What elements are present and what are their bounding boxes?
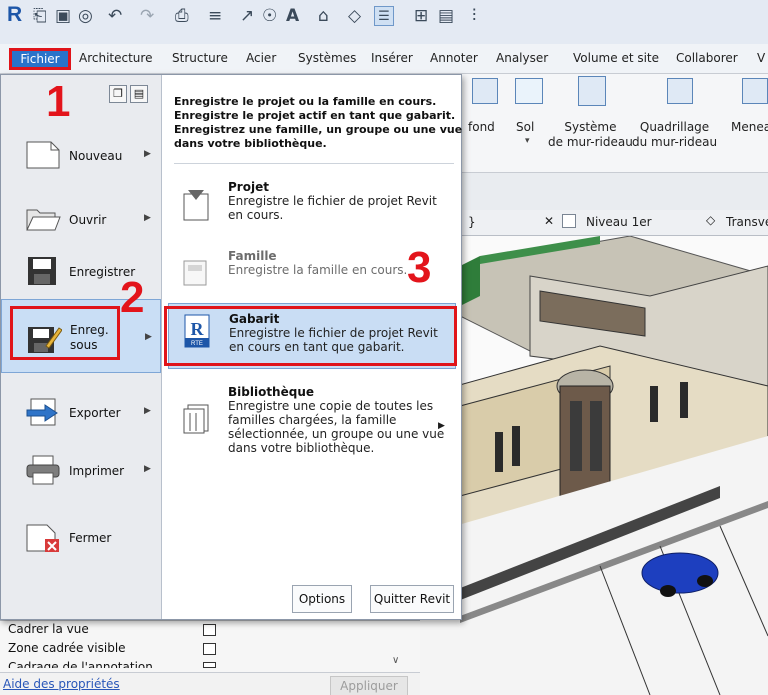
new-document-icon — [26, 141, 60, 169]
floor-icon[interactable] — [515, 78, 543, 104]
cadrage-annotation-checkbox[interactable] — [203, 662, 216, 668]
ribbon-label-fond[interactable]: fond — [468, 120, 495, 135]
family-icon — [183, 260, 207, 286]
chevron-right-icon: ▶ — [144, 213, 151, 223]
annotation-1: 1 — [46, 77, 71, 126]
chevron-right-icon: ▶ — [438, 421, 445, 431]
view-tabs: } ✕ Niveau 1er ◇ Transve — [420, 210, 768, 236]
open-documents-icon[interactable]: ▤ — [130, 85, 148, 103]
menu-exporter[interactable]: Exporter ▶ — [1, 379, 161, 443]
zone-cadree-checkbox[interactable] — [203, 643, 216, 655]
section-icon[interactable]: ◇ — [348, 6, 361, 26]
tab-architecture[interactable]: Architecture — [79, 51, 152, 65]
floor-plan-icon — [562, 214, 576, 228]
open-icon[interactable]: ⎗ — [33, 6, 47, 26]
save-as-bibliotheque[interactable]: Bibliothèque Enregistre une copie de tou… — [168, 385, 456, 475]
view-tab-brace: } — [468, 215, 476, 229]
menu-nouveau[interactable]: Nouveau ▶ — [1, 122, 161, 186]
annotation-2: 2 — [120, 273, 145, 322]
floor-icon[interactable] — [472, 78, 498, 104]
thin-lines-icon[interactable]: ☰ — [374, 6, 394, 26]
properties-panel: Cadrer la vue Zone cadrée visible Cadrag… — [0, 620, 420, 695]
switch-windows-icon[interactable]: ▤ — [438, 6, 454, 26]
ribbon-panel: fond Sol ▾ Système de mur-rideau Quadril… — [420, 74, 768, 172]
quit-revit-button[interactable]: Quitter Revit — [370, 585, 454, 613]
building-model — [420, 236, 768, 695]
export-icon — [26, 398, 58, 426]
tab-annoter[interactable]: Annoter — [430, 51, 478, 65]
quick-access-toolbar: R ⎗ ▣ ◎ ↶ ↷ ⎙ ≡ ↗ ☉ A ⌂ ◇ ☰ ⊞ ▤ ⫶ — [0, 0, 768, 44]
menu-fermer[interactable]: Fermer — [1, 505, 161, 569]
customize-icon[interactable]: ⫶ — [472, 6, 476, 26]
dimension-icon[interactable]: ↗ — [240, 6, 254, 26]
submenu-header: Enregistre le projet ou la famille en co… — [174, 95, 463, 150]
tag-icon[interactable]: ☉ — [262, 6, 277, 26]
section-view-icon: ◇ — [706, 213, 716, 227]
chevron-right-icon: ▶ — [144, 406, 151, 416]
3d-view-icon[interactable]: ⌂ — [318, 6, 329, 26]
save-icon[interactable]: ▣ — [55, 6, 71, 26]
tab-acier[interactable]: Acier — [246, 51, 276, 65]
save-icon — [28, 257, 56, 285]
sol-dropdown-icon[interactable]: ▾ — [525, 134, 530, 149]
divider — [174, 163, 454, 164]
tab-structure[interactable]: Structure — [172, 51, 228, 65]
ribbon-label-meneau[interactable]: Menea — [731, 120, 768, 135]
revit-logo[interactable]: R — [7, 3, 22, 27]
tab-analyser[interactable]: Analyser — [496, 51, 548, 65]
ribbon-label-sol[interactable]: Sol — [516, 120, 534, 135]
menu-imprimer[interactable]: Imprimer ▶ — [1, 437, 161, 501]
printer-icon — [26, 455, 60, 485]
ribbon-tabs: Fichier Architecture Structure Acier Sys… — [0, 44, 768, 74]
print-icon[interactable]: ⎙ — [175, 6, 189, 26]
prop-cadrer-la-vue: Cadrer la vue — [8, 622, 89, 636]
prop-zone-cadree: Zone cadrée visible — [8, 641, 126, 655]
close-hidden-icon[interactable]: ⊞ — [414, 6, 428, 26]
save-as-projet[interactable]: Projet Enregistre le fichier de projet R… — [168, 180, 456, 238]
options-button[interactable]: Options — [292, 585, 352, 613]
undo-icon[interactable]: ↶ — [108, 6, 122, 26]
mullion-icon[interactable] — [742, 78, 768, 104]
curtain-grid-icon[interactable] — [667, 78, 693, 104]
sync-icon[interactable]: ◎ — [78, 6, 93, 26]
measure-icon[interactable]: ≡ — [208, 6, 222, 26]
curtain-system-icon[interactable] — [578, 76, 606, 106]
view-tab-niveau[interactable]: Niveau 1er — [586, 215, 652, 229]
tab-more[interactable]: V — [757, 51, 765, 65]
apply-button[interactable]: Appliquer — [330, 676, 408, 695]
cadrer-la-vue-checkbox[interactable] — [203, 624, 216, 636]
library-icon — [183, 404, 209, 434]
tab-systemes[interactable]: Systèmes — [298, 51, 356, 65]
redo-icon[interactable]: ↷ — [140, 6, 154, 26]
tab-volume-et-site[interactable]: Volume et site — [573, 51, 659, 65]
prop-cadrage-annotation: Cadrage de l'annotation — [8, 660, 153, 668]
close-icon[interactable]: ✕ — [544, 214, 554, 228]
ribbon-panel-footer — [420, 172, 768, 210]
view-tab-transversale[interactable]: Transve — [726, 215, 768, 229]
chevron-right-icon: ▶ — [144, 464, 151, 474]
highlight-gabarit — [164, 306, 457, 366]
project-icon — [183, 190, 209, 221]
properties-help-link[interactable]: Aide des propriétés — [3, 677, 120, 691]
chevron-right-icon: ▶ — [145, 332, 152, 342]
open-folder-icon — [26, 209, 61, 231]
tab-inserer[interactable]: Insérer — [371, 51, 413, 65]
ribbon-label-systeme[interactable]: Système de mur-rideau — [548, 120, 633, 150]
chevron-right-icon: ▶ — [144, 149, 151, 159]
tab-collaborer[interactable]: Collaborer — [676, 51, 738, 65]
highlight-enreg-sous — [10, 306, 120, 360]
annotation-3: 3 — [407, 243, 432, 292]
ribbon-label-quadrillage[interactable]: Quadrillage du mur-rideau — [632, 120, 717, 150]
3d-viewport[interactable] — [420, 236, 768, 695]
tab-fichier[interactable]: Fichier — [9, 48, 71, 70]
scroll-down-icon[interactable]: ∨ — [392, 655, 399, 666]
recent-documents-icon[interactable]: ❐ — [109, 85, 127, 103]
close-document-icon — [26, 524, 59, 552]
text-icon[interactable]: A — [286, 6, 299, 26]
